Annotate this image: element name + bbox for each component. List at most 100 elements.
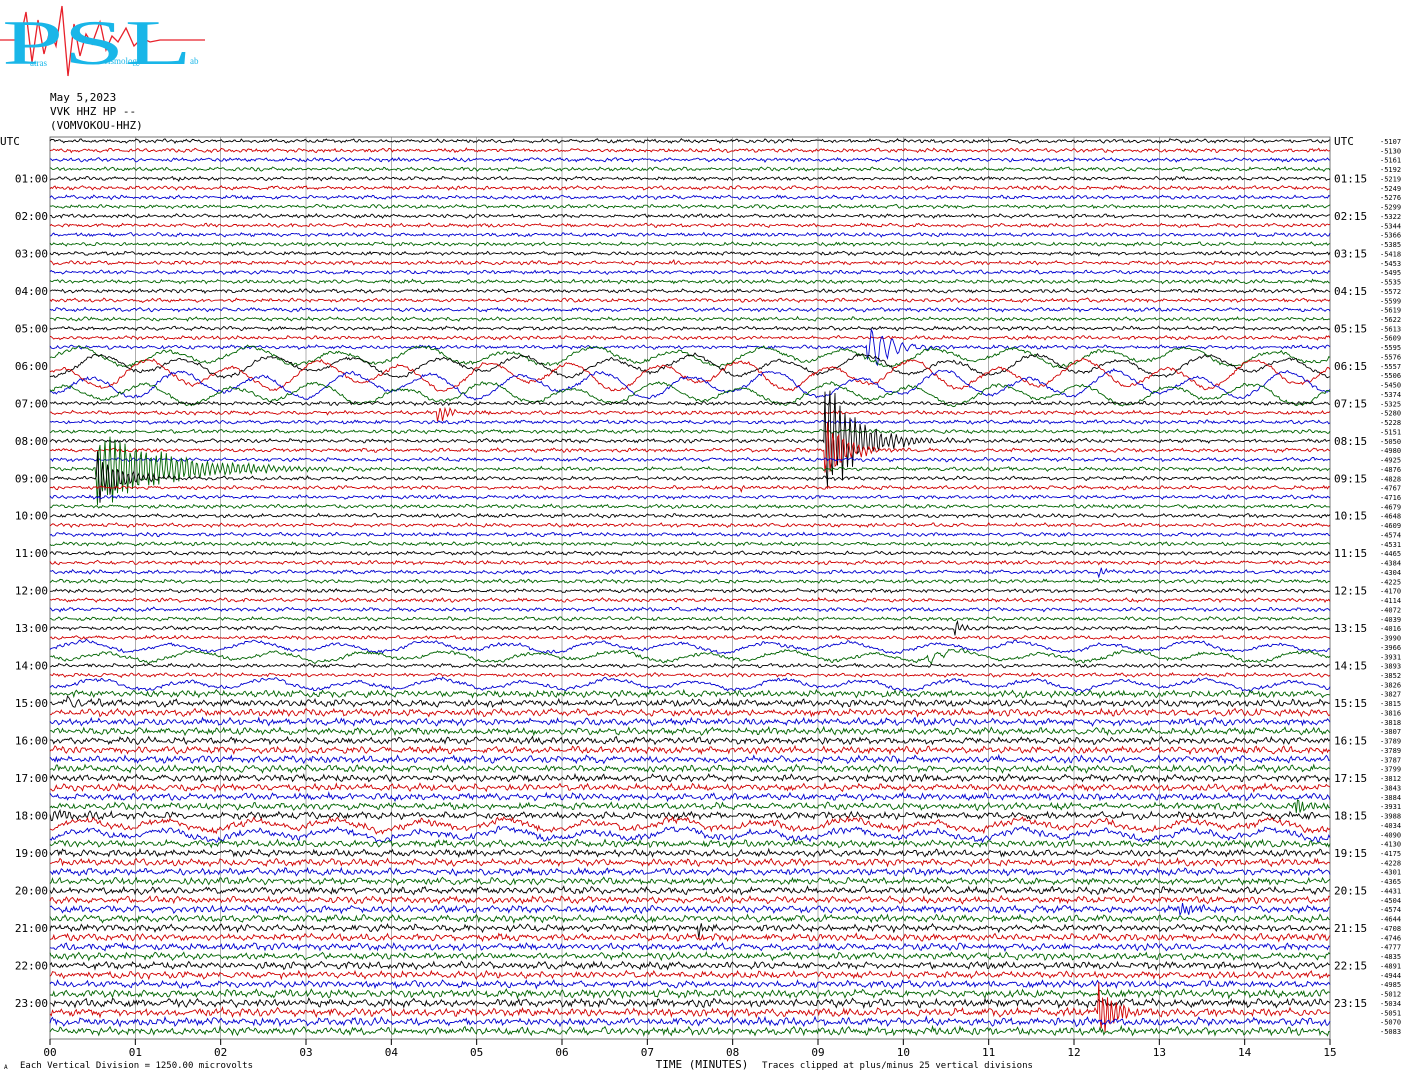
left-time-labels: UTC 01:00 02:00 03:00 04:00 05:00 06:00 07:00 08… — [0, 135, 48, 1010]
right-time-label: 14:15 — [1334, 660, 1367, 673]
right-time-label: 20:15 — [1334, 884, 1367, 897]
trace-offset-label: -3787 — [1380, 756, 1401, 764]
seismic-trace — [49, 222, 1331, 229]
footer-mark: A — [4, 1064, 8, 1071]
trace-offset-label: -5622 — [1380, 316, 1401, 324]
trace-offset-label: -3843 — [1380, 784, 1401, 792]
trace-offset-label: -5034 — [1380, 1000, 1401, 1008]
left-time-label: 01:00 — [15, 172, 48, 185]
right-time-label: 15:15 — [1334, 697, 1367, 710]
seismic-trace — [49, 960, 1331, 971]
right-time-label: 03:15 — [1334, 247, 1367, 260]
seismic-trace — [49, 418, 1331, 425]
right-time-label: 18:15 — [1334, 810, 1367, 823]
trace-offset-label: -4114 — [1380, 597, 1401, 605]
seismic-trace — [50, 857, 1331, 868]
trace-offset-label: -4090 — [1380, 831, 1401, 839]
seismic-trace — [49, 772, 1331, 784]
seismic-trace — [49, 203, 1331, 210]
seismic-trace — [49, 662, 1331, 669]
trace-offset-label: -3827 — [1380, 691, 1401, 699]
left-time-label: 05:00 — [15, 322, 48, 335]
right-time-label: 10:15 — [1334, 510, 1367, 523]
trace-offset-label: -4767 — [1380, 485, 1401, 493]
trace-offset-label: -4835 — [1380, 953, 1401, 961]
seismic-trace — [49, 540, 1331, 547]
trace-offset-label: -4746 — [1380, 934, 1401, 942]
seismic-trace — [49, 894, 1331, 905]
right-time-label: 13:15 — [1334, 622, 1367, 635]
trace-offset-label: -5322 — [1380, 213, 1401, 221]
trace-offset-label: -4130 — [1380, 841, 1401, 849]
trace-offset-label: -4985 — [1380, 981, 1401, 989]
right-time-label: UTC — [1334, 135, 1354, 148]
left-time-label: 17:00 — [15, 772, 48, 785]
seismic-trace — [49, 494, 1331, 500]
seismic-trace — [49, 753, 1331, 765]
seismic-trace — [49, 825, 1331, 844]
seismic-trace — [50, 587, 1331, 594]
trace-offset-label: -5595 — [1380, 344, 1401, 352]
left-time-label: 07:00 — [15, 397, 48, 410]
trace-offset-label: -3931 — [1380, 653, 1401, 661]
trace-offset-label: -3852 — [1380, 672, 1401, 680]
trace-offset-label: -4384 — [1380, 560, 1401, 568]
seismic-trace — [49, 334, 1331, 341]
trace-offset-label: -5374 — [1380, 391, 1401, 399]
right-time-label: 08:15 — [1334, 435, 1367, 448]
left-time-label: 13:00 — [15, 622, 48, 635]
helicorder-plot: UTC 01:00 02:00 03:00 04:00 05:00 06:00 07:00 08… — [0, 135, 1401, 1071]
x-tick-label: 04 — [385, 1046, 399, 1059]
seismic-trace — [49, 707, 1331, 718]
seismic-trace — [49, 606, 1331, 613]
left-time-label: 21:00 — [15, 922, 48, 935]
seismic-trace — [49, 357, 1331, 392]
seismic-trace — [49, 615, 1331, 622]
seismic-trace — [49, 484, 1331, 493]
seismic-trace — [49, 790, 1331, 803]
trace-offset-label: -5083 — [1380, 1028, 1401, 1036]
seismic-trace — [49, 241, 1331, 248]
seismic-trace — [49, 325, 1331, 332]
trace-offset-label: -3893 — [1380, 663, 1401, 671]
trace-offset-label: -5276 — [1380, 194, 1401, 202]
trace-offset-label: -5576 — [1380, 353, 1401, 361]
trace-offset-label: -4925 — [1380, 457, 1401, 465]
trace-offset-label: -4504 — [1380, 897, 1401, 905]
seismic-trace — [49, 278, 1331, 285]
right-time-label: 21:15 — [1334, 922, 1367, 935]
left-time-label: 03:00 — [15, 247, 48, 260]
seismic-trace — [49, 400, 1331, 407]
trace-offset-label: -4365 — [1380, 878, 1401, 886]
seismic-trace — [49, 997, 1331, 1010]
trace-offset-label: -3931 — [1380, 803, 1401, 811]
trace-layer — [49, 137, 1331, 1037]
left-time-label: 23:00 — [15, 997, 48, 1010]
trace-offset-label: -4716 — [1380, 494, 1401, 502]
trace-offset-label: -3789 — [1380, 738, 1401, 746]
x-tick-label: 00 — [43, 1046, 56, 1059]
seismic-trace — [49, 258, 1331, 266]
trace-offset-label: -5535 — [1380, 279, 1401, 287]
left-time-label: 11:00 — [15, 547, 48, 560]
seismic-trace — [49, 1024, 1331, 1037]
seismic-trace — [49, 695, 1331, 709]
seismic-trace — [49, 902, 1331, 917]
left-time-label: 09:00 — [15, 472, 48, 485]
seismic-trace — [49, 269, 1331, 275]
trace-offset-label: -5151 — [1380, 428, 1401, 436]
trace-offset-label: -5012 — [1380, 991, 1401, 999]
seismic-trace — [49, 390, 1331, 487]
seismic-trace — [49, 1015, 1331, 1028]
seismic-trace — [49, 194, 1331, 201]
seismic-trace — [49, 619, 1331, 636]
seismic-trace — [49, 315, 1331, 322]
seismic-trace — [49, 763, 1331, 775]
seismic-trace — [49, 676, 1331, 693]
seismic-trace — [49, 866, 1331, 877]
seismic-trace — [49, 287, 1331, 294]
trace-offset-label: -5192 — [1380, 166, 1401, 174]
seismic-trace — [49, 716, 1331, 728]
trace-offset-label: -4039 — [1380, 616, 1401, 624]
seismic-trace — [49, 885, 1331, 896]
